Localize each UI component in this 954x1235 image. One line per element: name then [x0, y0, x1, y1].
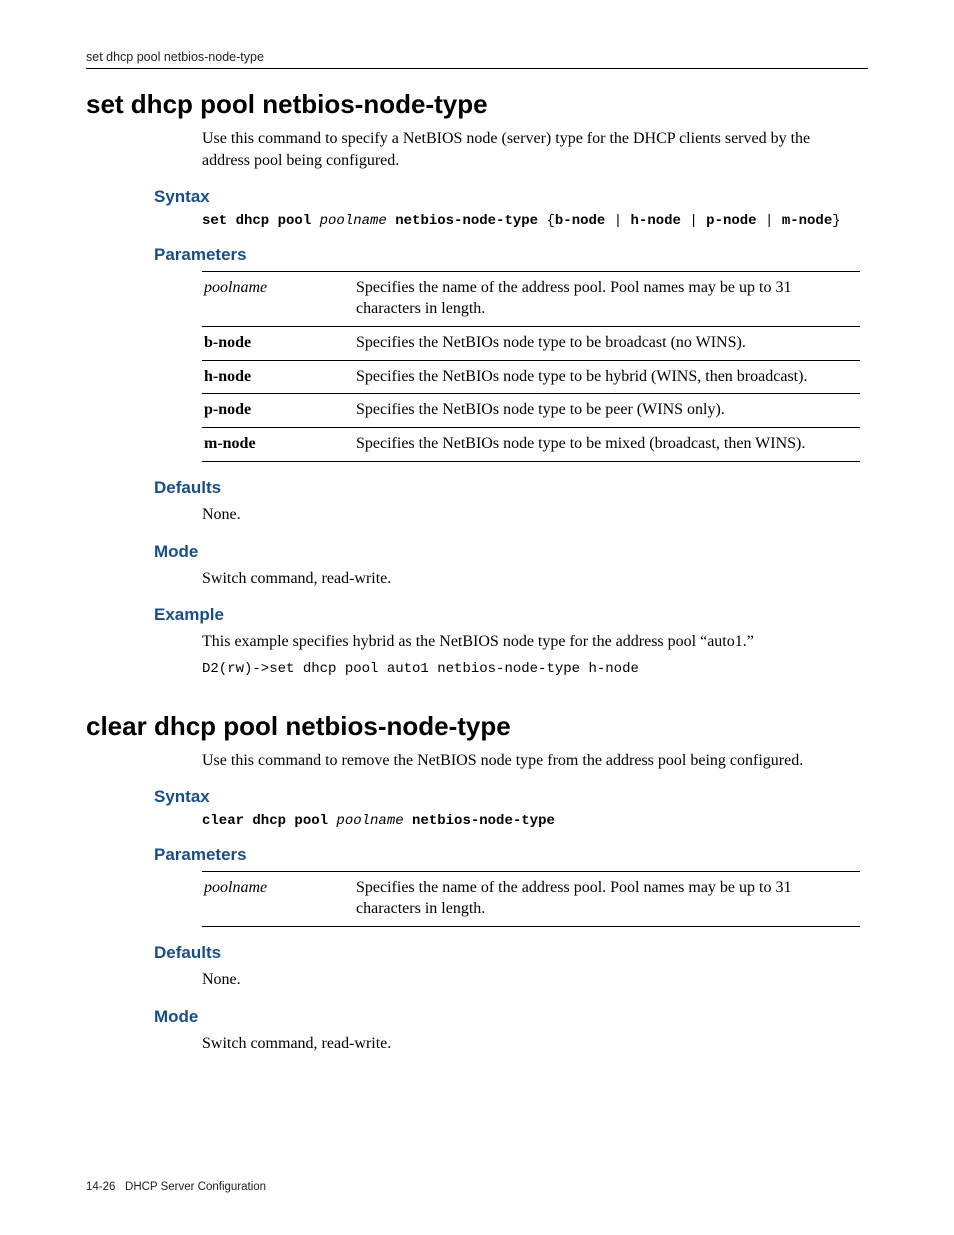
page: set dhcp pool netbios-node-type set dhcp… — [0, 0, 954, 1235]
syntax-pipe: | — [681, 213, 706, 229]
param-name: b-node — [202, 326, 354, 360]
defaults-text: None. — [202, 969, 860, 991]
defaults-text: None. — [202, 504, 860, 526]
syntax-keyword: netbios-node-type — [387, 213, 547, 229]
syntax-brace: { — [546, 213, 554, 229]
table-row: b-node Specifies the NetBIOs node type t… — [202, 326, 860, 360]
parameters-table: poolname Specifies the name of the addre… — [202, 871, 860, 927]
example-code: D2(rw)->set dhcp pool auto1 netbios-node… — [202, 661, 860, 677]
param-desc: Specifies the NetBIOs node type to be mi… — [354, 428, 860, 462]
syntax-option: p-node — [706, 213, 756, 229]
param-desc: Specifies the NetBIOs node type to be pe… — [354, 394, 860, 428]
syntax-brace: } — [832, 213, 840, 229]
param-name: p-node — [202, 394, 354, 428]
param-name: m-node — [202, 428, 354, 462]
syntax-arg-poolname: poolname — [336, 813, 403, 829]
footer-section: DHCP Server Configuration — [125, 1181, 266, 1193]
param-desc: Specifies the NetBIOs node type to be br… — [354, 326, 860, 360]
syntax-heading: Syntax — [154, 787, 868, 807]
defaults-heading: Defaults — [154, 943, 868, 963]
param-desc: Specifies the NetBIOs node type to be hy… — [354, 360, 860, 394]
mode-heading: Mode — [154, 542, 868, 562]
header-rule — [86, 68, 868, 69]
param-name: poolname — [202, 872, 354, 927]
command-description: Use this command to remove the NetBIOS n… — [202, 750, 860, 772]
table-row: p-node Specifies the NetBIOs node type t… — [202, 394, 860, 428]
mode-heading: Mode — [154, 1007, 868, 1027]
running-head: set dhcp pool netbios-node-type — [86, 50, 868, 68]
syntax-keyword: clear dhcp pool — [202, 813, 336, 829]
mode-text: Switch command, read-write. — [202, 568, 860, 590]
param-desc: Specifies the name of the address pool. … — [354, 272, 860, 327]
syntax-line: set dhcp pool poolname netbios-node-type… — [202, 213, 860, 229]
command-title-clear: clear dhcp pool netbios-node-type — [86, 711, 868, 742]
syntax-option: m-node — [782, 213, 832, 229]
footer-page-number: 14-26 — [86, 1181, 115, 1193]
param-name: h-node — [202, 360, 354, 394]
parameters-heading: Parameters — [154, 245, 868, 265]
syntax-keyword: set dhcp pool — [202, 213, 320, 229]
example-heading: Example — [154, 605, 868, 625]
mode-text: Switch command, read-write. — [202, 1033, 860, 1055]
param-desc: Specifies the name of the address pool. … — [354, 872, 860, 927]
syntax-option: h-node — [631, 213, 681, 229]
param-name: poolname — [202, 272, 354, 327]
example-text: This example specifies hybrid as the Net… — [202, 631, 860, 653]
syntax-heading: Syntax — [154, 187, 868, 207]
syntax-line: clear dhcp pool poolname netbios-node-ty… — [202, 813, 860, 829]
parameters-heading: Parameters — [154, 845, 868, 865]
table-row: m-node Specifies the NetBIOs node type t… — [202, 428, 860, 462]
syntax-pipe: | — [605, 213, 630, 229]
defaults-heading: Defaults — [154, 478, 868, 498]
parameters-table: poolname Specifies the name of the addre… — [202, 271, 860, 462]
syntax-pipe: | — [757, 213, 782, 229]
table-row: h-node Specifies the NetBIOs node type t… — [202, 360, 860, 394]
page-footer: 14-26 DHCP Server Configuration — [86, 1181, 266, 1193]
table-row: poolname Specifies the name of the addre… — [202, 272, 860, 327]
table-row: poolname Specifies the name of the addre… — [202, 872, 860, 927]
syntax-option: b-node — [555, 213, 605, 229]
syntax-keyword: netbios-node-type — [404, 813, 555, 829]
syntax-arg-poolname: poolname — [320, 213, 387, 229]
command-description: Use this command to specify a NetBIOS no… — [202, 128, 860, 171]
command-title-set: set dhcp pool netbios-node-type — [86, 89, 868, 120]
